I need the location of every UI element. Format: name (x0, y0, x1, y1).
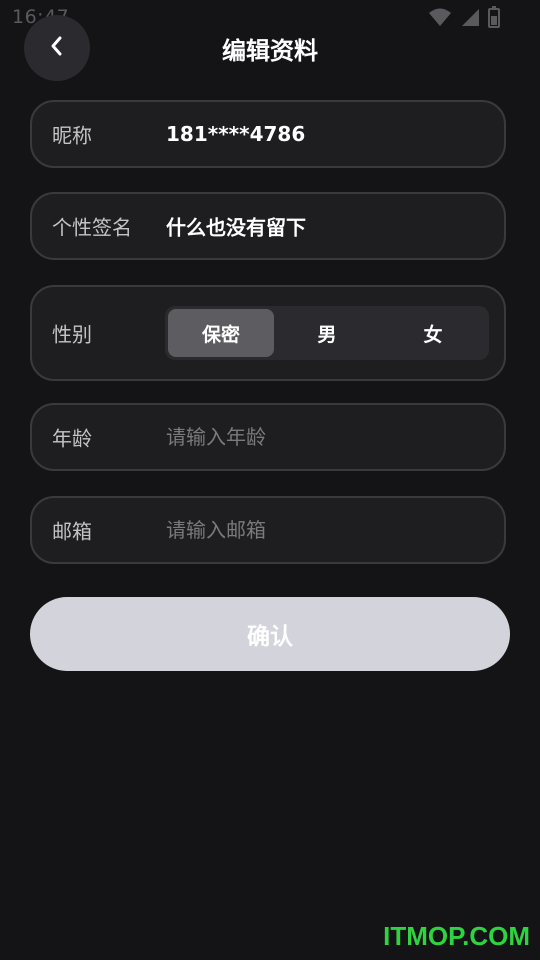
gender-option-female[interactable]: 女 (380, 309, 486, 357)
gender-option-secret[interactable]: 保密 (168, 309, 274, 357)
gender-selector: 保密 男 女 (165, 306, 489, 360)
wifi-icon (428, 7, 452, 27)
signature-row[interactable]: 个性签名 什么也没有留下 (30, 192, 506, 260)
age-label: 年龄 (52, 426, 92, 451)
edit-profile-screen: 16:47 编辑资料 昵称 181****4786 个性签名 什么也没有留下 性… (0, 0, 540, 960)
nickname-label: 昵称 (52, 123, 92, 148)
watermark: ITMOP.COM (383, 921, 530, 951)
battery-icon (488, 6, 500, 28)
nickname-value[interactable]: 181****4786 (166, 122, 305, 146)
confirm-button[interactable]: 确认 (30, 597, 510, 671)
email-input[interactable] (166, 512, 486, 548)
signature-label: 个性签名 (52, 215, 132, 240)
gender-row: 性别 保密 男 女 (30, 285, 506, 381)
gender-label: 性别 (52, 322, 92, 347)
email-row: 邮箱 (30, 496, 506, 564)
signal-icon (460, 7, 480, 27)
page-title: 编辑资料 (222, 37, 318, 65)
gender-option-male[interactable]: 男 (274, 309, 380, 357)
status-icons (428, 6, 500, 28)
email-label: 邮箱 (52, 519, 92, 544)
nickname-row[interactable]: 昵称 181****4786 (30, 100, 506, 168)
signature-value[interactable]: 什么也没有留下 (166, 212, 306, 241)
age-input[interactable] (166, 419, 486, 455)
age-row: 年龄 (30, 403, 506, 471)
